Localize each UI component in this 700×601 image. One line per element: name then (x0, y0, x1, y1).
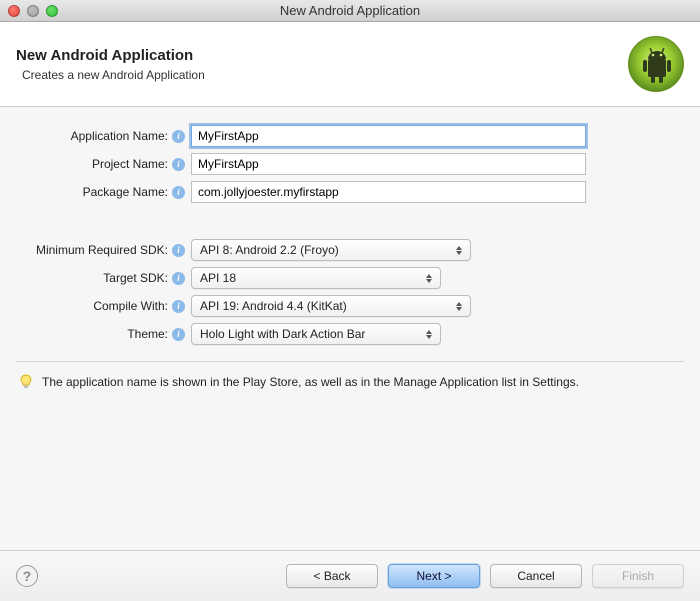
row-project-name: Project Name: i (16, 153, 684, 175)
info-icon[interactable]: i (172, 244, 185, 257)
back-button[interactable]: < Back (286, 564, 378, 588)
minimize-icon[interactable] (27, 5, 39, 17)
hint-row: The application name is shown in the Pla… (16, 372, 684, 392)
chevron-updown-icon (452, 298, 466, 314)
hint-text: The application name is shown in the Pla… (42, 375, 579, 389)
target-sdk-label: Target SDK: (16, 271, 168, 285)
info-icon[interactable]: i (172, 186, 185, 199)
wizard-footer: ? < Back Next > Cancel Finish (0, 551, 700, 601)
theme-select[interactable]: Holo Light with Dark Action Bar (191, 323, 441, 345)
row-minimum-sdk: Minimum Required SDK: i API 8: Android 2… (16, 239, 684, 261)
row-theme: Theme: i Holo Light with Dark Action Bar (16, 323, 684, 345)
info-icon[interactable]: i (172, 272, 185, 285)
row-application-name: Application Name: i (16, 125, 684, 147)
info-icon[interactable]: i (172, 130, 185, 143)
compile-with-label: Compile With: (16, 299, 168, 313)
target-sdk-value: API 18 (200, 271, 236, 285)
chevron-updown-icon (422, 270, 436, 286)
page-title: New Android Application (16, 47, 205, 64)
info-icon[interactable]: i (172, 158, 185, 171)
compile-with-select[interactable]: API 19: Android 4.4 (KitKat) (191, 295, 471, 317)
compile-with-value: API 19: Android 4.4 (KitKat) (200, 299, 347, 313)
row-compile-with: Compile With: i API 19: Android 4.4 (Kit… (16, 295, 684, 317)
divider (16, 361, 684, 362)
cancel-button[interactable]: Cancel (490, 564, 582, 588)
chevron-updown-icon (452, 242, 466, 258)
package-name-label: Package Name: (16, 185, 168, 199)
project-name-input[interactable] (191, 153, 586, 175)
window-title: New Android Application (0, 3, 700, 18)
info-icon[interactable]: i (172, 300, 185, 313)
project-name-label: Project Name: (16, 157, 168, 171)
zoom-icon[interactable] (46, 5, 58, 17)
row-target-sdk: Target SDK: i API 18 (16, 267, 684, 289)
theme-value: Holo Light with Dark Action Bar (200, 327, 365, 341)
window-titlebar: New Android Application (0, 0, 700, 22)
minimum-sdk-select[interactable]: API 8: Android 2.2 (Froyo) (191, 239, 471, 261)
page-subtitle: Creates a new Android Application (22, 68, 205, 82)
package-name-input[interactable] (191, 181, 586, 203)
minimum-sdk-label: Minimum Required SDK: (16, 243, 168, 257)
lightbulb-icon (18, 374, 34, 390)
finish-button: Finish (592, 564, 684, 588)
row-package-name: Package Name: i (16, 181, 684, 203)
application-name-input[interactable] (191, 125, 586, 147)
help-icon[interactable]: ? (16, 565, 38, 587)
next-button[interactable]: Next > (388, 564, 480, 588)
android-logo-icon (628, 36, 684, 92)
minimum-sdk-value: API 8: Android 2.2 (Froyo) (200, 243, 339, 257)
wizard-content: Application Name: i Project Name: i Pack… (0, 107, 700, 551)
application-name-label: Application Name: (16, 129, 168, 143)
theme-label: Theme: (16, 327, 168, 341)
window-traffic-lights (8, 5, 58, 17)
target-sdk-select[interactable]: API 18 (191, 267, 441, 289)
wizard-header: New Android Application Creates a new An… (0, 22, 700, 107)
close-icon[interactable] (8, 5, 20, 17)
chevron-updown-icon (422, 326, 436, 342)
info-icon[interactable]: i (172, 328, 185, 341)
